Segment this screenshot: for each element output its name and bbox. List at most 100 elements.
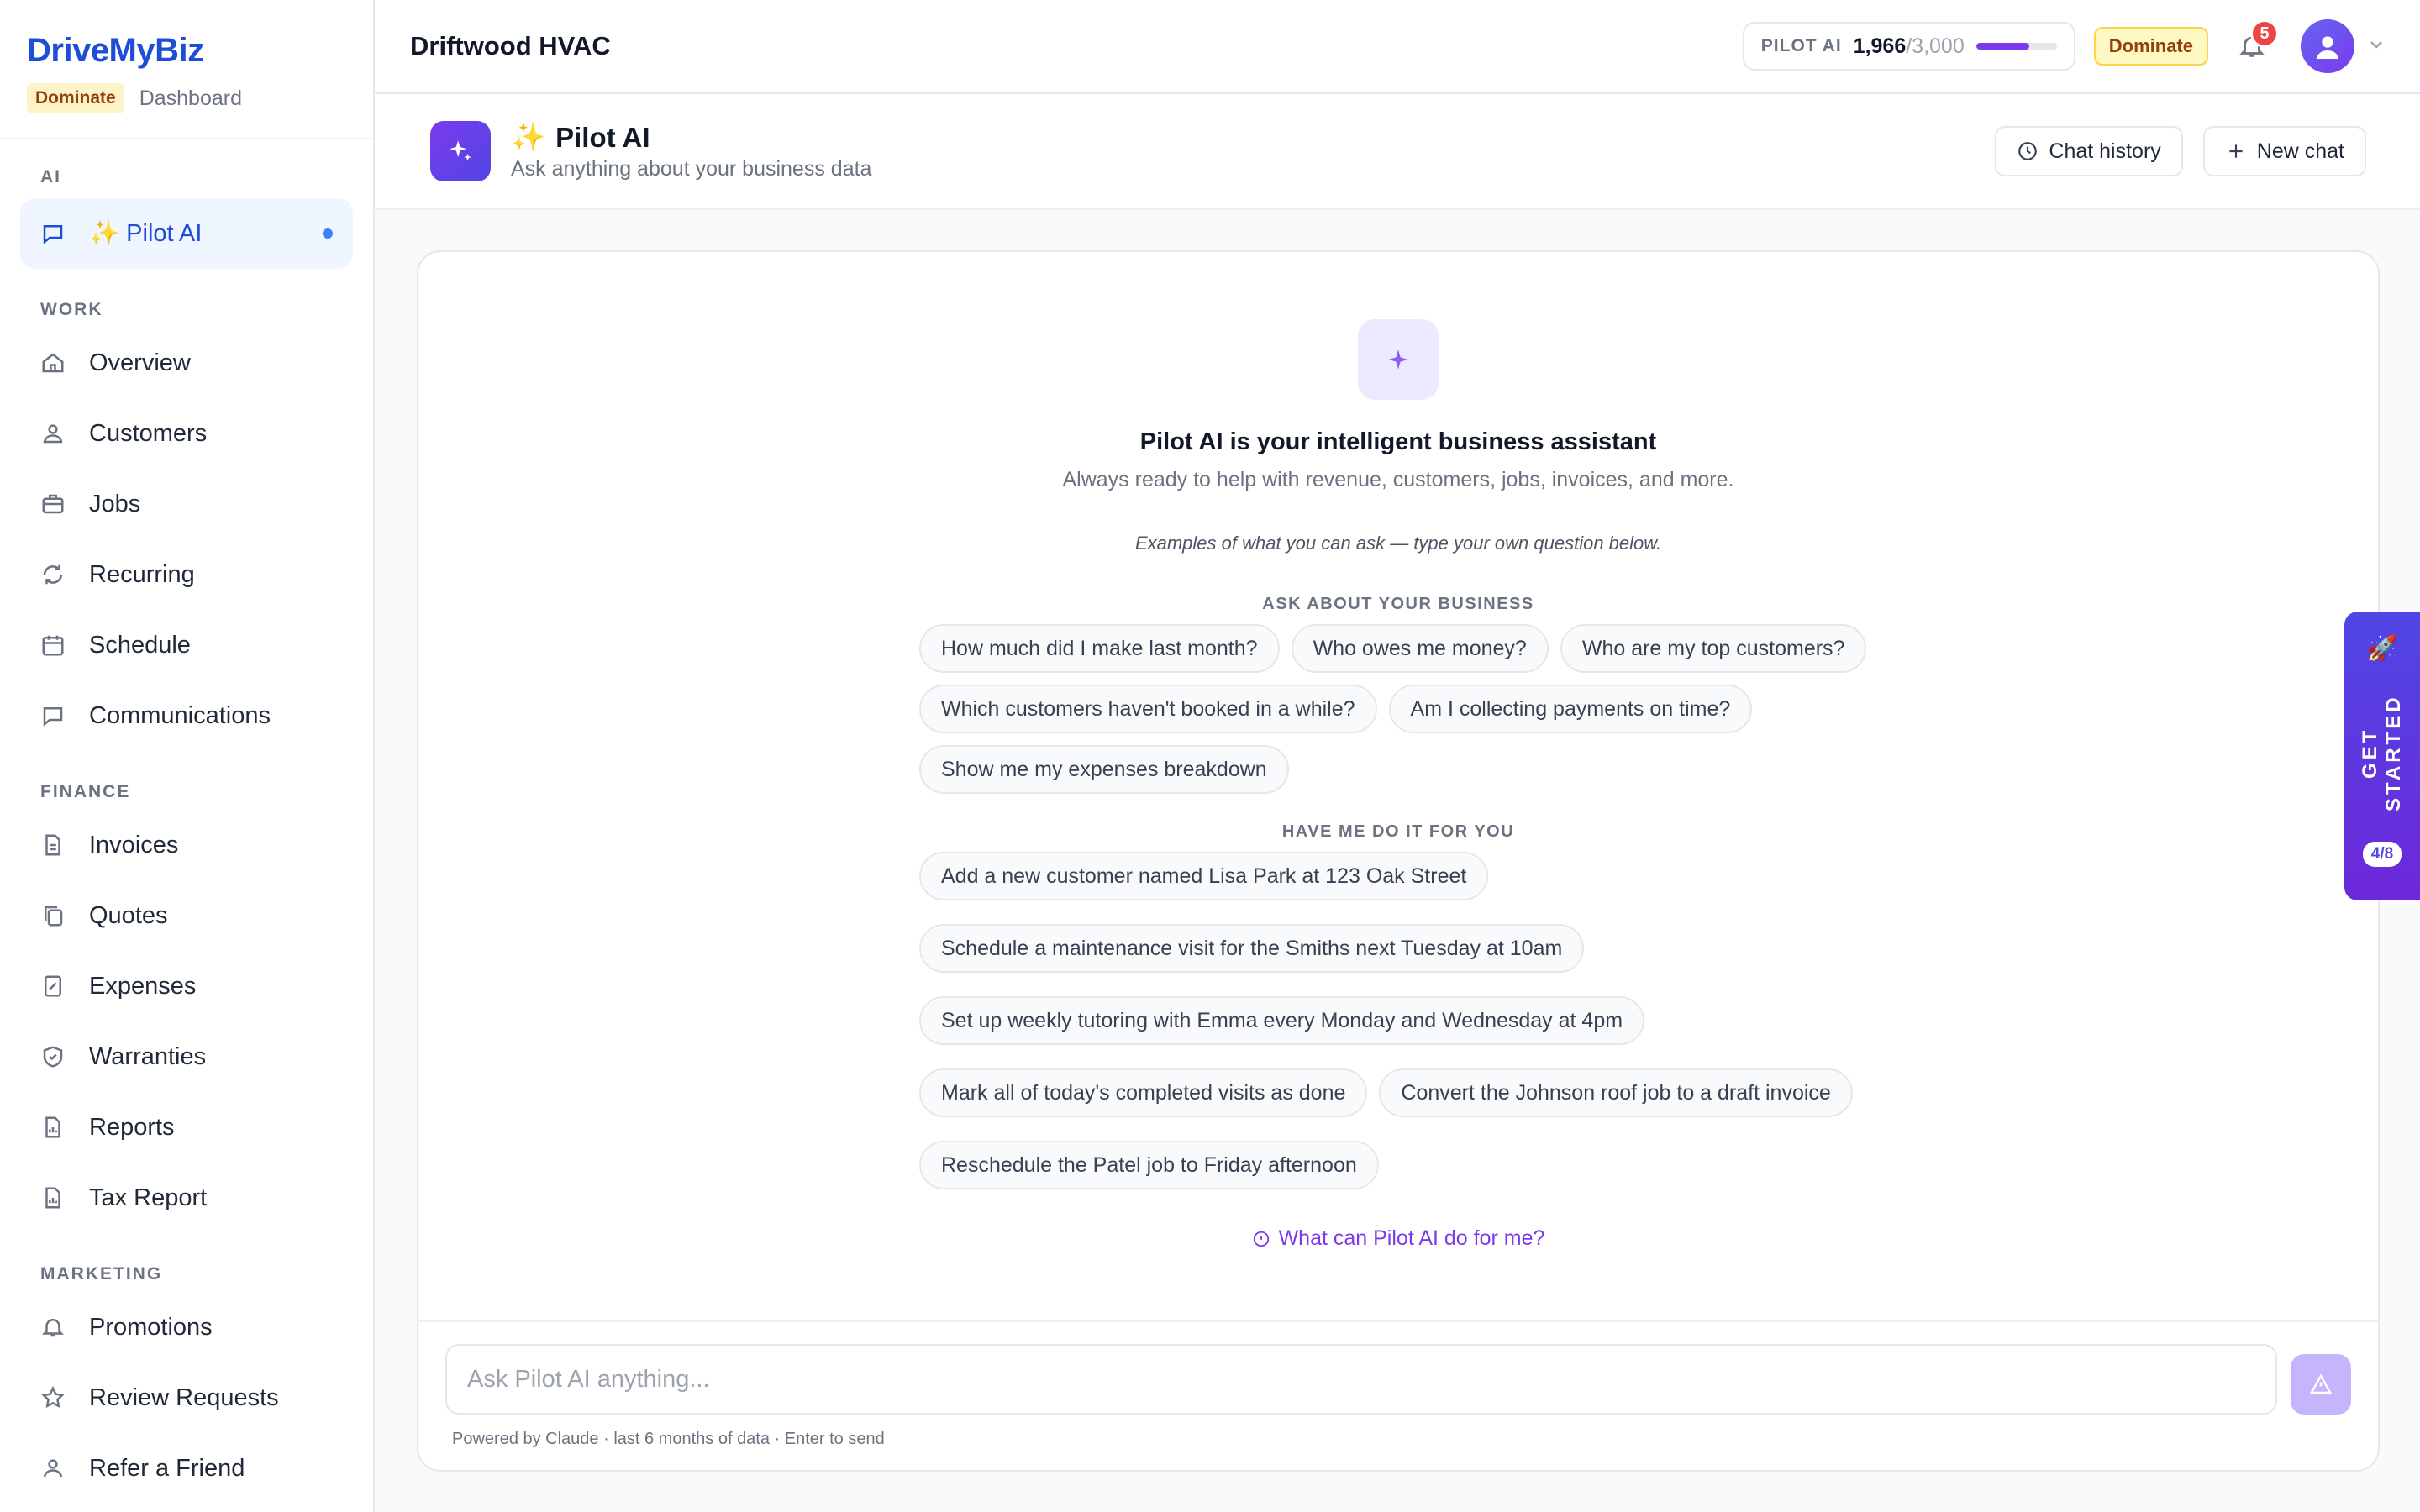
usage-max: /3,000: [1906, 34, 1965, 58]
sidebar-item-warranties[interactable]: Warranties: [20, 1021, 353, 1092]
composer-footer: Powered by Claude · last 6 months of dat…: [452, 1430, 885, 1448]
page-title: ✨ Pilot AI: [511, 121, 650, 153]
message-icon: [40, 703, 66, 728]
plan-chip[interactable]: Dominate: [2093, 27, 2208, 66]
sidebar-item-label: Tax Report: [89, 1184, 208, 1211]
brand-area: DriveMyBiz Dominate Dashboard: [0, 0, 373, 139]
new-chat-button[interactable]: New chat: [2202, 126, 2366, 176]
sidebar-item-customers[interactable]: Customers: [20, 398, 353, 469]
action-chip[interactable]: Schedule a maintenance visit for the Smi…: [919, 924, 1585, 973]
chat-input-wrapper: [445, 1344, 2277, 1415]
sidebar-nav: AI ✨ Pilot AI WORK Overview Customers Jo…: [0, 139, 373, 1504]
sidebar-item-pilot-ai[interactable]: ✨ Pilot AI: [20, 198, 353, 269]
chat-input[interactable]: [467, 1365, 2255, 1394]
send-button[interactable]: [2291, 1354, 2351, 1415]
suggestion-chip[interactable]: How much did I make last month?: [919, 624, 1280, 673]
sidebar: DriveMyBiz Dominate Dashboard AI ✨ Pilot…: [0, 0, 375, 1512]
usage-bar-fill: [1975, 43, 2029, 50]
copy-icon: [40, 903, 66, 928]
sidebar-item-label: Refer a Friend: [89, 1454, 245, 1482]
plus-icon: [2229, 144, 2243, 158]
shield-icon: [40, 1044, 66, 1069]
ask-chips: How much did I make last month? Who owes…: [919, 624, 1877, 794]
user-group-icon: [40, 1456, 66, 1481]
topbar: Driftwood HVAC PILOT AI 1,966/3,000 Domi…: [375, 0, 2420, 94]
account-menu[interactable]: [2301, 19, 2386, 73]
suggestion-chip[interactable]: Am I collecting payments on time?: [1388, 685, 1753, 733]
page-subtitle: Ask anything about your business data: [511, 157, 872, 181]
suggestion-chip[interactable]: Show me my expenses breakdown: [919, 745, 1289, 794]
sidebar-item-recurring[interactable]: Recurring: [20, 539, 353, 610]
active-dot: [323, 228, 333, 239]
sparkle-icon: [1358, 319, 1439, 400]
calendar-icon: [40, 633, 66, 658]
sidebar-item-label: Customers: [89, 419, 208, 447]
star-icon: [40, 1385, 66, 1410]
action-chip[interactable]: Convert the Johnson roof job to a draft …: [1379, 1068, 1853, 1117]
sidebar-item-label: Quotes: [89, 901, 168, 929]
home-icon: [40, 350, 66, 375]
get-started-label: GET STARTED: [2359, 694, 2405, 811]
business-name: Driftwood HVAC: [410, 31, 611, 60]
section-label-finance: FINANCE: [40, 782, 131, 801]
user-icon: [2316, 36, 2339, 59]
sidebar-item-label: Overview: [89, 349, 191, 376]
action-chip[interactable]: Set up weekly tutoring with Emma every M…: [919, 996, 1645, 1045]
composer: Powered by Claude · last 6 months of dat…: [418, 1320, 2378, 1470]
sidebar-item-schedule[interactable]: Schedule: [20, 610, 353, 680]
ask-group-label: ASK ABOUT YOUR BUSINESS: [1262, 595, 1534, 613]
suggestion-chip[interactable]: Which customers haven't booked in a whil…: [919, 685, 1377, 733]
sidebar-item-label: Warranties: [89, 1042, 207, 1070]
usage-used: 1,966: [1853, 34, 1907, 58]
plan-badge: Dominate: [27, 83, 124, 113]
section-label-ai: AI: [40, 167, 61, 186]
onboarding-step-badge: 4/8: [2362, 842, 2402, 867]
sidebar-item-label: Recurring: [89, 560, 195, 588]
sidebar-item-expenses[interactable]: Expenses: [20, 951, 353, 1021]
sidebar-item-label: Promotions: [89, 1313, 213, 1341]
briefcase-icon: [40, 491, 66, 517]
avatar: [2301, 19, 2354, 73]
action-chip[interactable]: Reschedule the Patel job to Friday after…: [919, 1141, 1379, 1189]
sidebar-item-communications[interactable]: Communications: [20, 680, 353, 751]
do-chips: Add a new customer named Lisa Park at 12…: [919, 852, 1877, 1189]
sidebar-item-invoices[interactable]: Invoices: [20, 810, 353, 880]
suggestion-chip[interactable]: Who owes me money?: [1291, 624, 1549, 673]
bell-icon: [40, 1315, 66, 1340]
page-header: ✨ Pilot AI Ask anything about your busine…: [375, 94, 2420, 210]
sidebar-item-label: Reports: [89, 1113, 175, 1141]
sidebar-item-label: Jobs: [89, 490, 141, 517]
action-chip[interactable]: Mark all of today's completed visits as …: [919, 1068, 1368, 1117]
suggestion-chip[interactable]: Who are my top customers?: [1560, 624, 1867, 673]
do-group-label: HAVE ME DO IT FOR YOU: [1281, 822, 1515, 841]
clock-icon: [2018, 142, 2038, 160]
help-link[interactable]: What can Pilot AI do for me?: [1252, 1226, 1545, 1251]
get-started-tab[interactable]: 🚀 GET STARTED 4/8: [2344, 612, 2420, 900]
notifications-button[interactable]: 5: [2227, 19, 2279, 71]
sidebar-item-quotes[interactable]: Quotes: [20, 880, 353, 951]
chat-history-label: Chat history: [2049, 139, 2161, 163]
sidebar-item-jobs[interactable]: Jobs: [20, 469, 353, 539]
chat-history-button[interactable]: Chat history: [1995, 126, 2183, 176]
sidebar-item-label: Schedule: [89, 631, 191, 659]
brand-logo[interactable]: DriveMyBiz: [27, 32, 346, 70]
sidebar-item-tax-report[interactable]: Tax Report: [20, 1163, 353, 1233]
section-label-work: WORK: [40, 300, 103, 319]
users-icon: [40, 421, 66, 446]
sidebar-item-label: Invoices: [89, 831, 179, 858]
sidebar-item-promotions[interactable]: Promotions: [20, 1292, 353, 1362]
chat-panel: Pilot AI is your intelligent business as…: [417, 250, 2380, 1472]
sidebar-item-label: ✨ Pilot AI: [89, 220, 203, 247]
sidebar-item-label: Review Requests: [89, 1383, 279, 1411]
breadcrumb[interactable]: Dashboard: [139, 87, 242, 111]
sidebar-item-reports[interactable]: Reports: [20, 1092, 353, 1163]
sidebar-item-refer-a-friend[interactable]: Refer a Friend: [20, 1433, 353, 1504]
action-chip[interactable]: Add a new customer named Lisa Park at 12…: [919, 852, 1489, 900]
usage-label: PILOT AI: [1760, 36, 1842, 55]
help-link-label: What can Pilot AI do for me?: [1278, 1226, 1545, 1250]
sidebar-item-review-requests[interactable]: Review Requests: [20, 1362, 353, 1433]
examples-note: Examples of what you can ask — type your…: [1134, 533, 1662, 554]
sidebar-item-label: Communications: [89, 701, 271, 729]
ai-usage-meter[interactable]: PILOT AI 1,966/3,000: [1742, 22, 2075, 71]
sidebar-item-overview[interactable]: Overview: [20, 328, 353, 398]
